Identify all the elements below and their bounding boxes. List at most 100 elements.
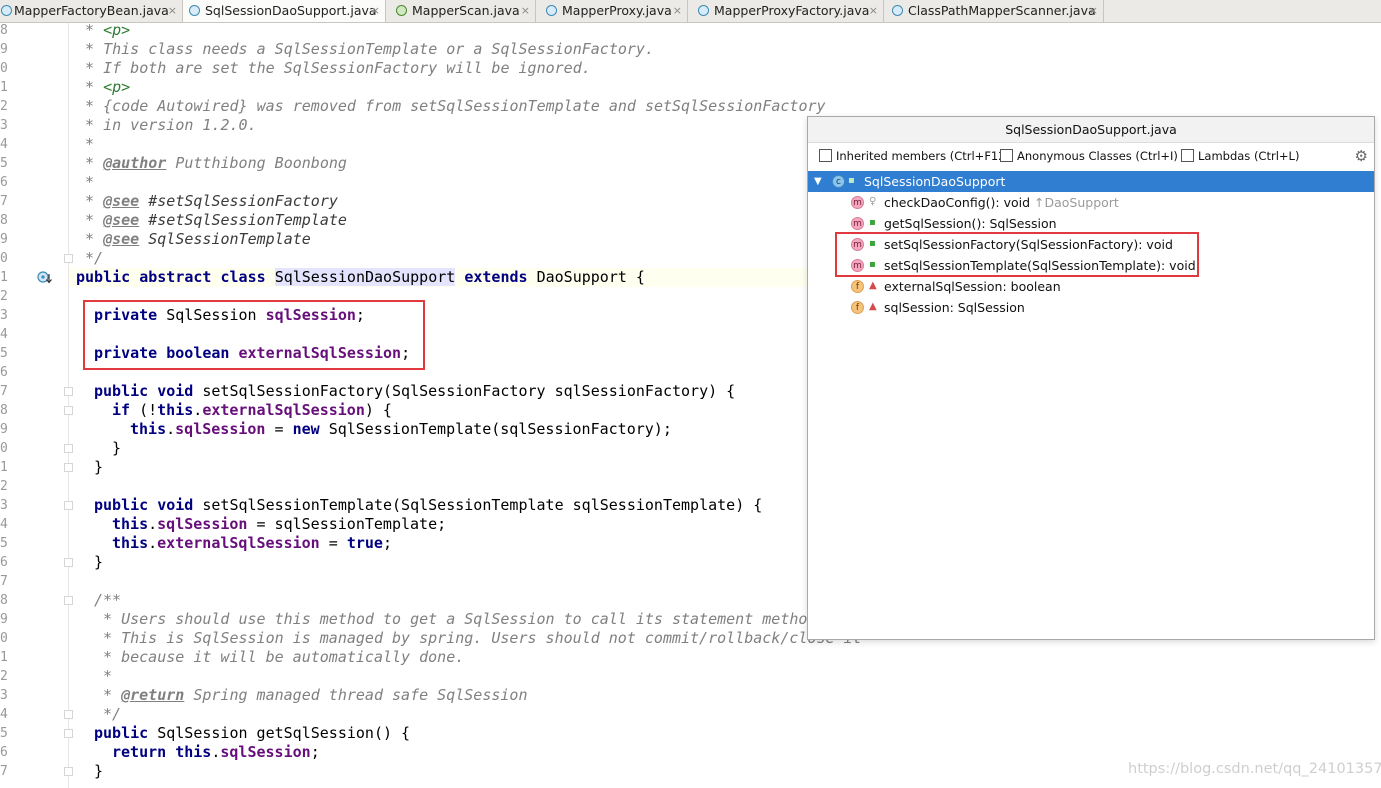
class-declaration-line: public abstract class SqlSessionDaoSuppo… bbox=[76, 268, 645, 286]
gear-icon[interactable]: ⚙ bbox=[1355, 147, 1368, 165]
checkbox-box[interactable] bbox=[819, 149, 832, 162]
line-number: 0 bbox=[0, 441, 8, 456]
field-icon: f bbox=[851, 301, 864, 314]
fold-marker[interactable] bbox=[64, 501, 73, 510]
code-line: } bbox=[94, 553, 104, 571]
line-number: 1 bbox=[0, 460, 8, 475]
tab-label: MapperScan.java bbox=[412, 3, 520, 18]
line-number: 3 bbox=[0, 688, 8, 703]
code-line: if (!this.externalSqlSession) { bbox=[112, 401, 392, 419]
implemented-class-gutter-icon[interactable] bbox=[37, 271, 53, 285]
class-file-icon bbox=[546, 5, 557, 16]
tree-item-label: getSqlSession(): SqlSession bbox=[884, 216, 1057, 231]
code-line: * in version 1.2.0. bbox=[76, 116, 257, 134]
line-number: 9 bbox=[0, 422, 8, 437]
line-number: 8 bbox=[0, 213, 8, 228]
close-icon[interactable]: × bbox=[168, 0, 177, 22]
fold-marker[interactable] bbox=[64, 406, 73, 415]
tab-label: MapperProxy.java bbox=[562, 3, 672, 18]
code-line: * @return Spring managed thread safe Sql… bbox=[94, 686, 528, 704]
line-number: 5 bbox=[0, 156, 8, 171]
fold-marker[interactable] bbox=[64, 710, 73, 719]
tab-sql-session-dao-support[interactable]: SqlSessionDaoSupport.java × bbox=[183, 0, 386, 22]
code-line: this.sqlSession = new SqlSessionTemplate… bbox=[130, 420, 672, 438]
code-line: this.sqlSession = sqlSessionTemplate; bbox=[112, 515, 447, 533]
tab-label: ClassPathMapperScanner.java bbox=[908, 3, 1096, 18]
class-name: SqlSessionDaoSupport bbox=[274, 268, 456, 286]
code-line: this.externalSqlSession = true; bbox=[112, 534, 392, 552]
line-number: 0 bbox=[0, 251, 8, 266]
watermark: https://blog.csdn.net/qq_24101357 bbox=[1128, 761, 1381, 777]
anonymous-classes-checkbox[interactable]: Anonymous Classes (Ctrl+I) bbox=[1000, 149, 1178, 163]
close-icon[interactable]: × bbox=[371, 0, 380, 22]
tree-item-field[interactable]: f ▲ externalSqlSession: boolean bbox=[808, 276, 1374, 297]
code-line: * Users should use this method to get a … bbox=[94, 610, 817, 628]
code-line: public void setSqlSessionTemplate(SqlSes… bbox=[94, 496, 763, 514]
checkbox-box[interactable] bbox=[1181, 149, 1194, 162]
code-line: * {code Autowired} was removed from setS… bbox=[76, 97, 826, 115]
fold-marker[interactable] bbox=[64, 558, 73, 567]
fold-marker[interactable] bbox=[64, 596, 73, 605]
code-line: */ bbox=[94, 705, 122, 723]
line-number: 4 bbox=[0, 707, 8, 722]
tree-item-method[interactable]: m ▪ getSqlSession(): SqlSession bbox=[808, 213, 1374, 234]
line-number: 2 bbox=[0, 289, 8, 304]
code-line: */ bbox=[76, 249, 104, 267]
fold-marker[interactable] bbox=[64, 387, 73, 396]
popup-options-bar: Inherited members (Ctrl+F12) Anonymous C… bbox=[808, 143, 1374, 169]
line-number: 7 bbox=[0, 384, 8, 399]
tab-mapper-proxy[interactable]: MapperProxy.java × bbox=[536, 0, 688, 22]
line-number: 4 bbox=[0, 137, 8, 152]
close-icon[interactable]: × bbox=[1089, 0, 1098, 22]
line-number: 5 bbox=[0, 346, 8, 361]
line-number: 0 bbox=[0, 61, 8, 76]
tab-mapper-factory-bean[interactable]: MapperFactoryBean.java × bbox=[0, 0, 183, 22]
fold-marker[interactable] bbox=[64, 463, 73, 472]
class-file-icon bbox=[892, 5, 903, 16]
line-number: 4 bbox=[0, 327, 8, 342]
lambdas-checkbox[interactable]: Lambdas (Ctrl+L) bbox=[1181, 149, 1299, 163]
tree-root-class[interactable]: ▼ c ▪ SqlSessionDaoSupport bbox=[808, 171, 1374, 192]
tree-item-method[interactable]: m ♀ checkDaoConfig(): void ↑DaoSupport bbox=[808, 192, 1374, 213]
line-number: 8 bbox=[0, 23, 8, 38]
tab-label: MapperProxyFactory.java bbox=[714, 3, 870, 18]
tree-item-field[interactable]: f ▲ sqlSession: SqlSession bbox=[808, 297, 1374, 318]
setters-highlight-box bbox=[835, 232, 1199, 277]
tab-label: SqlSessionDaoSupport.java bbox=[205, 3, 377, 18]
class-icon: c bbox=[832, 175, 845, 188]
chevron-down-icon[interactable]: ▼ bbox=[814, 171, 822, 192]
fold-marker[interactable] bbox=[64, 254, 73, 263]
field-icon: f bbox=[851, 280, 864, 293]
fields-highlight-box bbox=[83, 300, 425, 370]
code-line: * <p> bbox=[76, 21, 131, 39]
inherited-members-checkbox[interactable]: Inherited members (Ctrl+F12) bbox=[819, 149, 1010, 163]
close-icon[interactable]: × bbox=[869, 0, 878, 22]
code-line: * bbox=[76, 135, 95, 153]
close-icon[interactable]: × bbox=[521, 0, 530, 22]
line-number: 6 bbox=[0, 175, 8, 190]
line-number: 7 bbox=[0, 574, 8, 589]
code-line: * @see #setSqlSessionFactory bbox=[76, 192, 338, 210]
line-number: 0 bbox=[0, 631, 8, 646]
editor-tab-bar: MapperFactoryBean.java × SqlSessionDaoSu… bbox=[0, 0, 1381, 23]
tab-mapper-proxy-factory[interactable]: MapperProxyFactory.java × bbox=[688, 0, 884, 22]
line-number: 1 bbox=[0, 650, 8, 665]
line-number: 8 bbox=[0, 403, 8, 418]
line-number: 4 bbox=[0, 517, 8, 532]
close-icon[interactable]: × bbox=[673, 0, 682, 22]
code-line: * <p> bbox=[76, 78, 131, 96]
line-number: 8 bbox=[0, 593, 8, 608]
tab-mapper-scan[interactable]: MapperScan.java × bbox=[386, 0, 536, 22]
fold-marker[interactable] bbox=[64, 767, 73, 776]
fold-marker[interactable] bbox=[64, 729, 73, 738]
file-structure-popup: SqlSessionDaoSupport.java Inherited memb… bbox=[807, 116, 1375, 640]
code-line: * This class needs a SqlSessionTemplate … bbox=[76, 40, 654, 58]
checkbox-box[interactable] bbox=[1000, 149, 1013, 162]
line-number: 9 bbox=[0, 232, 8, 247]
public-visibility-icon: ▪ bbox=[848, 175, 855, 186]
fold-marker[interactable] bbox=[64, 444, 73, 453]
private-visibility-icon: ▲ bbox=[869, 301, 877, 312]
inherited-from-label: ↑DaoSupport bbox=[1034, 195, 1119, 210]
line-number: 2 bbox=[0, 669, 8, 684]
tab-class-path-mapper-scanner[interactable]: ClassPathMapperScanner.java × bbox=[884, 0, 1104, 22]
